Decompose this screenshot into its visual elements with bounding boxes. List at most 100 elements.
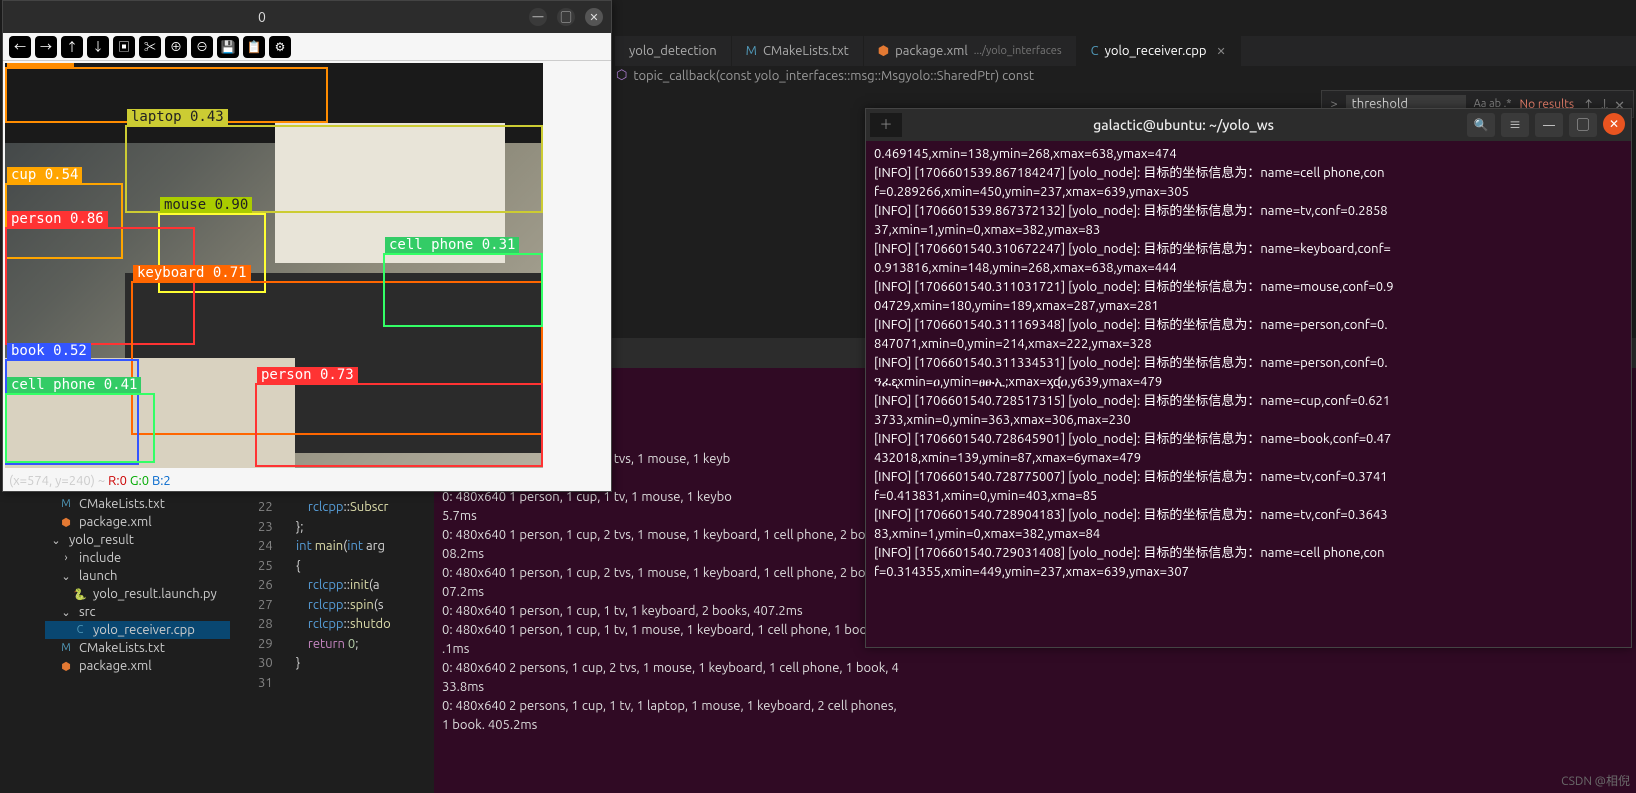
file-icon: ⬢ <box>59 660 73 673</box>
file-icon: M <box>59 642 73 654</box>
terminal-line: 37,xmin=1,ymin=0,xmax=382,ymax=83 <box>874 221 1623 240</box>
menu-icon[interactable]: ≡ <box>1501 113 1529 137</box>
bbox-label: laptop 0.43 <box>127 109 228 125</box>
tab-pkg[interactable]: ⬢ package.xml .../yolo_interfaces <box>864 36 1077 66</box>
file-icon: C <box>1091 44 1099 58</box>
tab-label: CMakeLists.txt <box>763 44 849 58</box>
terminal-line: f=0.289266,xmin=450,ymin=237,xmax=639,ym… <box>874 183 1623 202</box>
bbox-label: tv 0.37 <box>7 63 74 67</box>
clipboard-icon[interactable]: 📋 <box>243 36 265 58</box>
explorer-item[interactable]: ⬢package.xml <box>45 657 230 675</box>
explorer-item[interactable]: ›include <box>45 549 230 567</box>
options-icon[interactable]: ⚙ <box>269 36 291 58</box>
bbox-cell_phone2: cell phone 0.41 <box>5 393 155 463</box>
explorer-item[interactable]: 🐍yolo_result.launch.py <box>45 585 230 603</box>
new-tab-icon[interactable]: ＋ <box>870 113 902 137</box>
coord-xy: (x=574, y=240) ~ <box>9 474 108 488</box>
terminal-line: 0.913816,xmin=148,ymin=268,xmax=638,ymax… <box>874 259 1623 278</box>
explorer-item[interactable]: MCMakeLists.txt <box>45 495 230 513</box>
minimize-icon[interactable]: — <box>529 8 547 26</box>
bbox-label: cell phone 0.31 <box>385 237 519 253</box>
file-label: CMakeLists.txt <box>79 641 165 655</box>
zoom-in-icon[interactable]: ⊕ <box>165 36 187 58</box>
file-label: yolo_result <box>69 533 134 547</box>
coord-r: R:0 <box>108 474 130 488</box>
file-label: yolo_receiver.cpp <box>93 623 195 637</box>
terminal-line: [INFO] [1706601540.311031721] [yolo_node… <box>874 278 1623 297</box>
zoom-out-icon[interactable]: ⊖ <box>191 36 213 58</box>
terminal-line: 0.469145,xmin=138,ymin=268,xmax=638,ymax… <box>874 145 1623 164</box>
terminal-line: 3733,xmin=0,ymin=363,xmax=306,max=230 <box>874 411 1623 430</box>
zoom-rect-icon[interactable]: ▣ <box>113 36 135 58</box>
coord-bar: (x=574, y=240) ~ R:0 G:0 B:2 <box>3 470 611 493</box>
arrow-right-icon[interactable]: → <box>35 36 57 58</box>
bbox-label: book 0.52 <box>7 343 91 359</box>
arrow-left-icon[interactable]: ← <box>9 36 31 58</box>
arrow-up-icon[interactable]: ↑ <box>61 36 83 58</box>
tab-label: yolo_receiver.cpp <box>1105 44 1207 58</box>
search-icon[interactable]: 🔍 <box>1467 113 1495 137</box>
terminal-line: [INFO] [1706601540.728904183] [yolo_node… <box>874 506 1623 525</box>
terminal-line: f=0.413831,xmin=0,ymin=403,xma=85 <box>874 487 1623 506</box>
explorer-item[interactable]: M CMakeLists.txt <box>45 639 230 657</box>
file-label: launch <box>79 569 117 583</box>
bbox-label: keyboard 0.71 <box>133 265 251 281</box>
detection-titlebar[interactable]: 0 — ▢ ✕ <box>3 1 611 33</box>
code-area[interactable]: rclcpp::Subscr};int main(int arg{ rclcpp… <box>296 498 391 674</box>
file-explorer[interactable]: MCMakeLists.txt⬢package.xml⌄yolo_result›… <box>45 495 230 675</box>
tab-label: package.xml <box>895 44 968 58</box>
terminal-line: [INFO] [1706601540.729031408] [yolo_node… <box>874 544 1623 563</box>
save-icon[interactable]: 💾 <box>217 36 239 58</box>
coord-g: G:0 <box>130 474 152 488</box>
terminal-line: 04729,xmin=180,ymin=189,xmax=287,ymax=28… <box>874 297 1623 316</box>
minimize-icon[interactable]: — <box>1535 113 1563 137</box>
tab-close-icon[interactable]: ✕ <box>1217 45 1226 58</box>
detection-window[interactable]: 0 — ▢ ✕ ←→↑↓▣✂⊕⊖💾📋⚙ tv 0.37laptop 0.43cu… <box>2 0 612 492</box>
tab-recv[interactable]: Cyolo_receiver.cpp ✕ <box>1077 36 1241 66</box>
terminal-line: 83,xmin=1,ymin=0,xmax=382,ymax=84 <box>874 525 1623 544</box>
csdn-watermark: CSDN @相倪 <box>1561 772 1630 789</box>
file-icon: ⬢ <box>878 44 889 59</box>
terminal-line: 33.8ms <box>442 678 1628 697</box>
detection-title: 0 <box>3 9 521 25</box>
terminal-line: f=0.314355,xmin=449,ymin=237,xmax=639,ym… <box>874 563 1623 582</box>
file-label: yolo_result.launch.py <box>93 587 217 601</box>
tab-cmake[interactable]: MCMakeLists.txt <box>732 36 864 66</box>
crop-icon[interactable]: ✂ <box>139 36 161 58</box>
terminal-right[interactable]: ＋ galactic@ubuntu: ~/yolo_ws 🔍 ≡ — ▢ ✕ 0… <box>865 108 1632 648</box>
terminal-line: ዓፈᶓxmin=ዐ,ymin=ፀፁኢ;xmax=ᶍᶑዐ,y639,ymax=47… <box>874 373 1623 392</box>
terminal-line: 847071,xmin=0,ymin=214,xmax=222,ymax=328 <box>874 335 1623 354</box>
terminal-line: [INFO] [1706601540.311169348] [yolo_node… <box>874 316 1623 335</box>
explorer-item[interactable]: ⬢package.xml <box>45 513 230 531</box>
file-icon: › <box>59 552 73 564</box>
terminal-line: [INFO] [1706601540.311334531] [yolo_node… <box>874 354 1623 373</box>
arrow-down-icon[interactable]: ↓ <box>87 36 109 58</box>
file-icon: ⌄ <box>49 534 63 547</box>
bbox-label: cell phone 0.41 <box>7 377 141 393</box>
terminal-line: [INFO] [1706601539.867184247] [yolo_node… <box>874 164 1623 183</box>
tab-label: yolo_detection <box>629 44 717 58</box>
explorer-item[interactable]: ⌄src <box>45 603 230 621</box>
explorer-item[interactable]: ⌄launch <box>45 567 230 585</box>
file-label: package.xml <box>79 515 152 529</box>
explorer-item[interactable]: Cyolo_receiver.cpp <box>45 621 230 639</box>
maximize-icon[interactable]: ▢ <box>557 8 575 26</box>
bbox-cell_phone: cell phone 0.31 <box>383 253 543 327</box>
close-icon[interactable]: ✕ <box>1603 113 1625 135</box>
terminal-line: 1 book. 405.2ms <box>442 716 1628 735</box>
terminal-line: [INFO] [1706601539.867372132] [yolo_node… <box>874 202 1623 221</box>
breadcrumb-text: topic_callback(const yolo_interfaces::ms… <box>633 69 1034 83</box>
coord-b: B:2 <box>152 474 171 488</box>
bbox-person2: person 0.73 <box>255 383 543 467</box>
detection-toolbar: ←→↑↓▣✂⊕⊖💾📋⚙ <box>3 33 611 61</box>
explorer-item[interactable]: ⌄ yolo_result <box>45 531 230 549</box>
close-icon[interactable]: ✕ <box>585 8 603 26</box>
tab-suffix: .../yolo_interfaces <box>974 45 1062 57</box>
terminal-right-titlebar[interactable]: ＋ galactic@ubuntu: ~/yolo_ws 🔍 ≡ — ▢ ✕ <box>866 109 1631 141</box>
file-icon: ⌄ <box>59 606 73 619</box>
line-gutter: 22232425262728293031 <box>258 498 273 693</box>
terminal-line: [INFO] [1706601540.728645901] [yolo_node… <box>874 430 1623 449</box>
terminal-line: [INFO] [1706601540.728517315] [yolo_node… <box>874 392 1623 411</box>
tab-detection[interactable]: yolo_detection <box>615 36 732 66</box>
maximize-icon[interactable]: ▢ <box>1569 113 1597 137</box>
